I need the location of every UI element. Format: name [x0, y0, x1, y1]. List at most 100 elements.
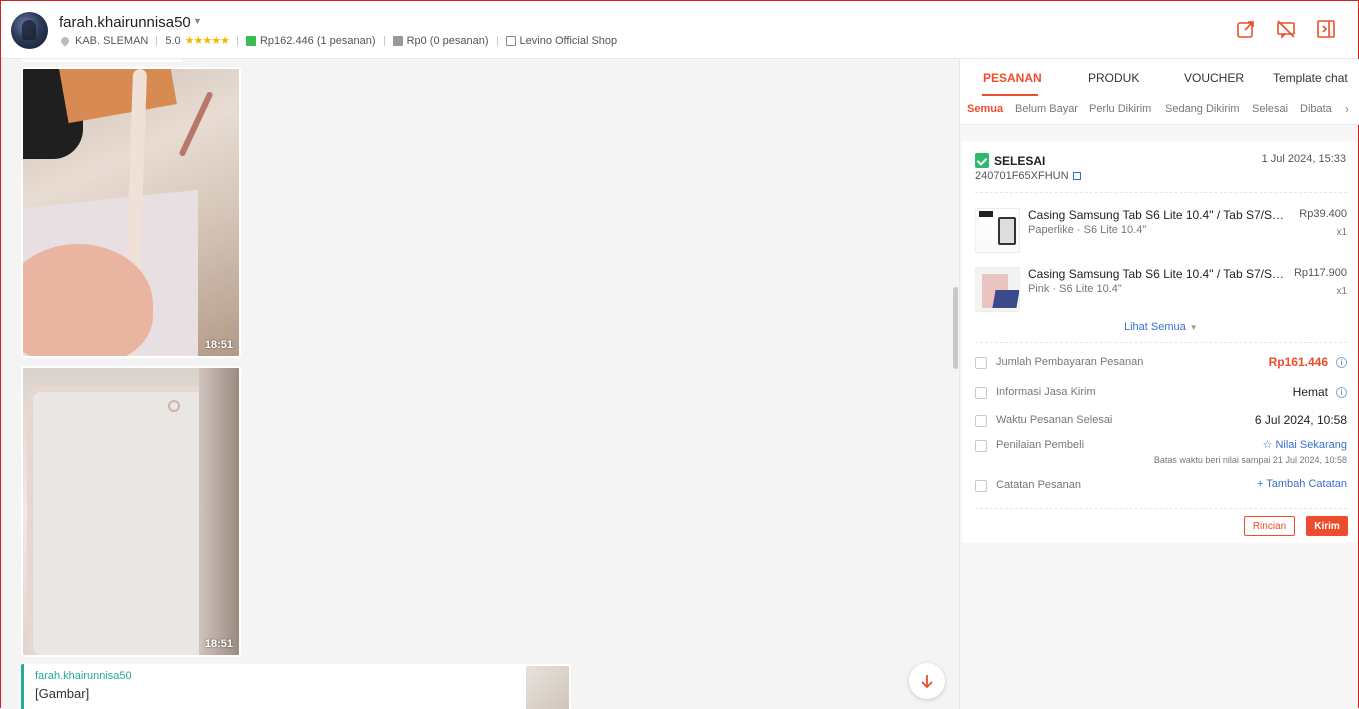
wallet-icon	[975, 357, 987, 369]
copy-icon[interactable]	[1072, 172, 1081, 180]
previous-message-edge	[23, 59, 183, 62]
user-meta: KAB. SLEMAN 5.0 ★★★★★ Rp162.446 (1 pesan…	[59, 34, 617, 47]
user-location: KAB. SLEMAN	[75, 34, 149, 47]
shipping-label: Informasi Jasa Kirim	[996, 386, 1096, 398]
share-icon	[1237, 21, 1254, 38]
arrow-down-icon	[921, 675, 933, 689]
subtab-sedang-dikirim[interactable]: Sedang Dikirim	[1165, 103, 1240, 115]
product-price: Rp117.900	[1293, 267, 1347, 279]
header-actions	[1234, 17, 1338, 41]
block-chat-button[interactable]	[1274, 17, 1298, 41]
tab-produk[interactable]: PRODUK	[1088, 71, 1139, 85]
see-all-label: Lihat Semua	[1124, 321, 1186, 333]
subtab-selesai[interactable]: Selesai	[1252, 103, 1288, 115]
shipping-value: Hemat	[1292, 385, 1328, 399]
panel-tabs: PESANAN PRODUK VOUCHER Template chat	[960, 59, 1359, 97]
username[interactable]: farah.khairunnisa50	[59, 14, 191, 31]
completed-value: 6 Jul 2024, 10:58	[1254, 413, 1347, 427]
product-variant: Paperlike · S6 Lite 10.4"	[1028, 224, 1147, 236]
message-time: 18:51	[204, 339, 233, 351]
note-row: Catatan Pesanan + Tambah Catatan	[975, 478, 1347, 498]
reply-thumbnail[interactable]	[526, 666, 569, 709]
subtab-semua[interactable]: Semua	[967, 103, 1003, 115]
divider	[975, 508, 1347, 509]
order-date: 1 Jul 2024, 15:33	[1261, 153, 1346, 165]
share-button[interactable]	[1234, 17, 1258, 41]
toggle-panel-button[interactable]	[1314, 17, 1338, 41]
user-avatar[interactable]	[11, 12, 48, 49]
reply-sender: farah.khairunnisa50	[35, 670, 132, 682]
subtab-perlu-dikirim[interactable]: Perlu Dikirim	[1089, 103, 1151, 115]
info-icon[interactable]: i	[1336, 357, 1347, 368]
tab-template-chat[interactable]: Template chat	[1273, 71, 1348, 85]
info-icon[interactable]: i	[1336, 387, 1347, 398]
chevron-down-icon: ▼	[1189, 323, 1198, 332]
rating-label: Penilaian Pembeli	[996, 439, 1085, 451]
tab-pesanan[interactable]: PESANAN	[983, 71, 1042, 85]
order-id: 240701F65XFHUN	[975, 170, 1081, 182]
chat-scrollbar[interactable]	[953, 287, 958, 369]
unpaid-total: Rp0 (0 pesanan)	[406, 34, 489, 47]
note-icon	[975, 480, 987, 492]
unpaid-orders-icon	[392, 35, 403, 46]
payment-value: Rp161.446	[1268, 355, 1328, 369]
details-button[interactable]: Rincian	[1244, 516, 1295, 536]
order-id-text: 240701F65XFHUN	[975, 170, 1069, 182]
paid-orders-icon	[245, 35, 256, 46]
order-card: SELESAI 1 Jul 2024, 15:33 240701F65XFHUN…	[962, 141, 1358, 543]
order-item[interactable]: Casing Samsung Tab S6 Lite 10.4" / Tab S…	[975, 267, 1347, 313]
active-tab-indicator	[982, 94, 1038, 96]
shop-name: Levino Official Shop	[519, 34, 618, 47]
product-qty: x1	[1336, 286, 1347, 297]
product-name: Casing Samsung Tab S6 Lite 10.4" / Tab S…	[1028, 267, 1288, 281]
rating-row: Penilaian Pembeli ☆ Nilai Sekarang Batas…	[975, 438, 1347, 465]
product-price: Rp39.400	[1299, 208, 1347, 220]
subtab-dibatalkan[interactable]: Dibata	[1300, 103, 1332, 115]
chevron-right-icon[interactable]: ›	[1345, 102, 1349, 116]
subtab-belum-bayar[interactable]: Belum Bayar	[1015, 103, 1078, 115]
reply-text: [Gambar]	[35, 686, 90, 701]
completed-label: Waktu Pesanan Selesai	[996, 414, 1113, 426]
user-rating: 5.0	[165, 34, 181, 47]
product-variant: Pink · S6 Lite 10.4"	[1028, 283, 1122, 295]
product-thumbnail[interactable]	[975, 208, 1020, 253]
shipping-row: Informasi Jasa Kirim Hemat i	[975, 385, 1347, 405]
chat-header: farah.khairunnisa50 ▼ KAB. SLEMAN 5.0 ★★…	[1, 1, 1358, 59]
divider	[975, 192, 1347, 193]
total-spent: Rp162.446 (1 pesanan)	[259, 34, 376, 47]
completed-row: Waktu Pesanan Selesai 6 Jul 2024, 10:58	[975, 413, 1347, 433]
rate-now-link[interactable]: ☆ Nilai Sekarang	[1263, 438, 1347, 451]
reply-message[interactable]: farah.khairunnisa50 [Gambar]	[21, 664, 571, 709]
message-photo[interactable]	[23, 69, 239, 356]
location-pin-icon	[59, 34, 71, 47]
product-name: Casing Samsung Tab S6 Lite 10.4" / Tab S…	[1028, 208, 1288, 222]
rating-deadline: Batas waktu beri nilai sampai 21 Jul 202…	[1153, 455, 1347, 465]
shop-icon	[505, 35, 516, 46]
chevron-down-icon[interactable]: ▼	[193, 16, 202, 26]
image-message[interactable]: 18:51	[21, 67, 241, 358]
rating-stars: ★★★★★	[184, 35, 230, 47]
image-message[interactable]: 18:51	[21, 366, 241, 657]
order-panel: PESANAN PRODUK VOUCHER Template chat Sem…	[959, 59, 1359, 709]
order-status: SELESAI	[975, 153, 1045, 168]
message-time: 18:51	[204, 638, 233, 650]
note-label: Catatan Pesanan	[996, 479, 1082, 491]
scroll-to-bottom-button[interactable]	[909, 663, 945, 699]
payment-label: Jumlah Pembayaran Pesanan	[996, 356, 1144, 368]
send-order-button[interactable]: Kirim	[1306, 516, 1348, 536]
rating-icon	[975, 440, 987, 452]
product-qty: x1	[1336, 227, 1347, 238]
order-filter-tabs: Semua Belum Bayar Perlu Dikirim Sedang D…	[960, 97, 1359, 125]
sidebar-collapse-icon	[1317, 20, 1335, 38]
add-note-link[interactable]: + Tambah Catatan	[1257, 478, 1347, 490]
status-label: SELESAI	[994, 153, 1046, 168]
tab-voucher[interactable]: VOUCHER	[1184, 71, 1244, 85]
see-all-link[interactable]: Lihat Semua ▼	[1124, 321, 1198, 333]
product-thumbnail[interactable]	[975, 267, 1020, 312]
order-item[interactable]: Casing Samsung Tab S6 Lite 10.4" / Tab S…	[975, 208, 1347, 254]
truck-icon	[975, 387, 987, 399]
message-photo[interactable]	[23, 368, 239, 655]
payment-row: Jumlah Pembayaran Pesanan Rp161.446 i	[975, 355, 1347, 375]
clipboard-check-icon	[975, 153, 989, 168]
chat-messages[interactable]: 18:51 18:51 farah.khairunnisa50 [Gambar]	[1, 59, 959, 709]
